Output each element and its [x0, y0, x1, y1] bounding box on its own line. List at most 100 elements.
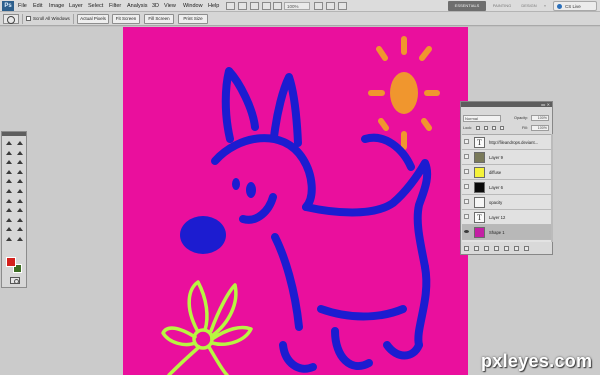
- zoom-level[interactable]: 100%: [284, 2, 310, 10]
- crop-tool-icon[interactable]: [5, 159, 13, 165]
- menu-file[interactable]: File: [18, 0, 27, 12]
- new-group-icon[interactable]: [504, 246, 509, 251]
- divider: [73, 14, 74, 24]
- eyedropper-tool-icon[interactable]: [16, 159, 24, 165]
- fit-screen-button[interactable]: Fit Screen: [112, 14, 140, 24]
- visibility-eye-icon[interactable]: [464, 184, 469, 189]
- screen-mode-icon[interactable]: [338, 2, 347, 10]
- print-size-button[interactable]: Print Size: [178, 14, 208, 24]
- layer-thumbnail: [474, 182, 485, 193]
- panel-grip[interactable]: [2, 132, 26, 136]
- visibility-eye-icon[interactable]: [464, 154, 469, 159]
- marquee-tool-icon[interactable]: [16, 140, 24, 146]
- menu-3d[interactable]: 3D: [152, 0, 159, 12]
- menu-image[interactable]: Image: [49, 0, 64, 12]
- workspace-design[interactable]: DESIGN: [518, 1, 540, 11]
- view-extras-icon[interactable]: [250, 2, 259, 10]
- cs-live-button[interactable]: CS Live: [553, 1, 597, 11]
- opacity-field[interactable]: 100%: [531, 115, 549, 121]
- fill-field[interactable]: 100%: [531, 125, 549, 131]
- pen-tool-icon[interactable]: [5, 207, 13, 213]
- layer-style-icon[interactable]: [474, 246, 479, 251]
- type-tool-icon[interactable]: [16, 207, 24, 213]
- 3d-rotate-tool-icon[interactable]: [5, 226, 13, 232]
- lasso-tool-icon[interactable]: [5, 150, 13, 156]
- panel-header[interactable]: ▸▸ ✕: [461, 102, 552, 107]
- zoom-icon[interactable]: [273, 2, 282, 10]
- dog-right-ear: [270, 73, 302, 147]
- tool-preset-picker[interactable]: [3, 14, 19, 24]
- layer-row[interactable]: diffuse: [462, 165, 551, 180]
- visibility-eye-icon[interactable]: [464, 139, 469, 144]
- menu-analysis[interactable]: Analysis: [127, 0, 147, 12]
- link-layers-icon[interactable]: [464, 246, 469, 251]
- workspace-painting[interactable]: PAINTING: [489, 1, 515, 11]
- tools-panel: [1, 131, 27, 288]
- move-tool-icon[interactable]: [5, 140, 13, 146]
- 3d-orbit-tool-icon[interactable]: [16, 226, 24, 232]
- document-canvas[interactable]: [123, 27, 468, 375]
- dog-left-ear: [221, 67, 259, 143]
- hand-icon[interactable]: [262, 2, 271, 10]
- lock-transparency-icon[interactable]: [476, 126, 480, 130]
- layers-footer: [462, 244, 551, 253]
- blur-tool-icon[interactable]: [5, 198, 13, 204]
- layer-mask-icon[interactable]: [484, 246, 489, 251]
- visibility-eye-icon[interactable]: [464, 229, 469, 234]
- quick-mask-icon[interactable]: [10, 277, 20, 284]
- menu-filter[interactable]: Filter: [109, 0, 121, 12]
- layer-row[interactable]: Layer 9: [462, 150, 551, 165]
- workspace-more[interactable]: »: [541, 1, 549, 11]
- fill-screen-button[interactable]: Fill Screen: [144, 14, 174, 24]
- history-brush-tool-icon[interactable]: [16, 178, 24, 184]
- layer-row[interactable]: opacity: [462, 195, 551, 210]
- new-layer-icon[interactable]: [514, 246, 519, 251]
- layer-row[interactable]: T Layer 12: [462, 210, 551, 225]
- blend-mode-select[interactable]: Normal: [463, 115, 501, 122]
- brush-tool-icon[interactable]: [16, 169, 24, 175]
- eraser-tool-icon[interactable]: [5, 188, 13, 194]
- dog-head-top: [211, 134, 316, 211]
- hand-tool-icon[interactable]: [5, 236, 13, 242]
- spot-healing-tool-icon[interactable]: [5, 169, 13, 175]
- menu-help[interactable]: Help: [208, 0, 219, 12]
- mini-bridge-icon[interactable]: [238, 2, 247, 10]
- dodge-tool-icon[interactable]: [16, 198, 24, 204]
- delete-layer-icon[interactable]: [524, 246, 529, 251]
- layer-row[interactable]: Layer 6: [462, 180, 551, 195]
- clone-stamp-tool-icon[interactable]: [5, 178, 13, 184]
- bridge-icon[interactable]: [226, 2, 235, 10]
- sun-ray: [419, 46, 432, 61]
- menu-select[interactable]: Select: [88, 0, 103, 12]
- gradient-tool-icon[interactable]: [16, 188, 24, 194]
- collapse-panel-icon[interactable]: ▸▸ ✕: [540, 102, 550, 107]
- zoom-tool-icon[interactable]: [16, 236, 24, 242]
- arrange-documents-icon[interactable]: [326, 2, 335, 10]
- lock-pixels-icon[interactable]: [484, 126, 488, 130]
- scroll-all-windows-checkbox[interactable]: [26, 16, 31, 21]
- layer-row[interactable]: Thttp://fileandrops.deviant...: [462, 135, 551, 150]
- menu-window[interactable]: Window: [183, 0, 203, 12]
- menu-view[interactable]: View: [164, 0, 176, 12]
- lock-position-icon[interactable]: [492, 126, 496, 130]
- layers-scrollbar[interactable]: [551, 134, 553, 242]
- menu-edit[interactable]: Edit: [33, 0, 42, 12]
- menu-layer[interactable]: Layer: [69, 0, 83, 12]
- shape-tool-icon[interactable]: [16, 217, 24, 223]
- quick-selection-tool-icon[interactable]: [16, 150, 24, 156]
- visibility-eye-icon[interactable]: [464, 214, 469, 219]
- visibility-eye-icon[interactable]: [464, 169, 469, 174]
- foreground-color-swatch[interactable]: [6, 257, 16, 267]
- adjustment-layer-icon[interactable]: [494, 246, 499, 251]
- lock-all-icon[interactable]: [500, 126, 504, 130]
- dog-back: [302, 159, 432, 271]
- visibility-eye-icon[interactable]: [464, 199, 469, 204]
- actual-pixels-button[interactable]: Actual Pixels: [77, 14, 109, 24]
- layer-row[interactable]: Shape 1: [462, 225, 551, 240]
- sun: [368, 36, 440, 150]
- workspace-essentials[interactable]: ESSENTIALS: [448, 1, 486, 11]
- path-selection-tool-icon[interactable]: [5, 217, 13, 223]
- layer-name: opacity: [489, 200, 503, 205]
- sun-core: [390, 72, 418, 114]
- rotate-view-icon[interactable]: [314, 2, 323, 10]
